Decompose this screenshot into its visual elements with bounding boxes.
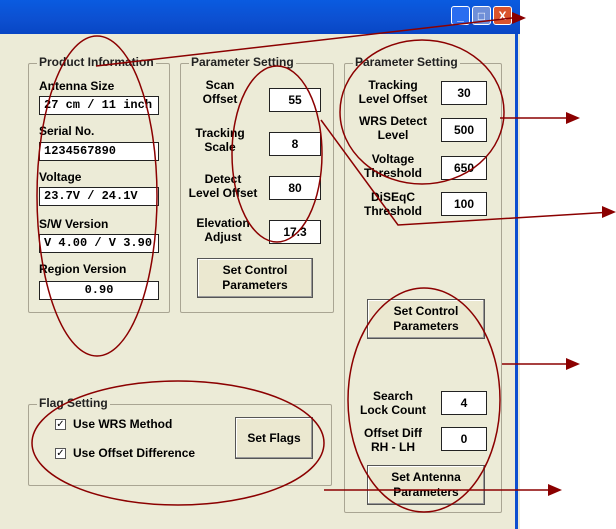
set-antenna-button-line2: Parameters [393,485,459,499]
offset-diff-label-line1: Offset Diff [364,426,422,440]
flag-setting-title: Flag Setting [37,396,110,410]
annotation-arrow-lower [566,358,580,370]
region-version-value: 0.90 [39,281,159,300]
parameter-setting-title: Parameter Setting [189,55,296,69]
sw-version-label: S/W Version [39,217,109,231]
search-lock-count-input[interactable]: 4 [441,391,487,415]
parameter-setting-right-group: Parameter Setting Tracking Level Offset … [344,55,502,513]
window-border [515,34,518,529]
use-wrs-method-checkbox[interactable]: ✓ [55,419,66,430]
application-window: _ □ X Product Information Antenna Size 2… [0,0,520,529]
sw-version-value: V 4.00 / V 3.90 [39,234,159,253]
elevation-adjust-input[interactable]: 17.3 [269,220,321,244]
diseqc-threshold-label-line1: DiSEqC [370,190,415,204]
product-information-group: Product Information Antenna Size 27 cm /… [28,55,170,313]
flag-setting-group: Flag Setting ✓ Use WRS Method ✓ Use Offs… [28,396,332,486]
offset-diff-input[interactable]: 0 [441,427,487,451]
offset-diff-label-line2: RH - LH [371,440,415,454]
tracking-level-offset-label-line1: Tracking [368,78,418,92]
wrs-detect-level-label: WRS Detect Level [349,114,437,142]
serial-number-value: 1234567890 [39,142,159,161]
set-antenna-parameters-button[interactable]: Set Antenna Parameters [367,465,485,505]
set-control-button-line1: Set Control [222,263,288,277]
antenna-size-value: 27 cm / 11 inch [39,96,159,115]
tracking-level-offset-input[interactable]: 30 [441,81,487,105]
offset-diff-label: Offset Diff RH - LH [349,426,437,454]
detect-level-offset-label-line1: Detect [204,172,242,186]
serial-number-label: Serial No. [39,124,95,138]
scan-offset-label: Scan Offset [193,78,247,106]
set-control-button-line2: Parameters [222,278,288,292]
use-wrs-method-label: Use WRS Method [73,417,173,431]
set-control-right-button-line1: Set Control [393,304,459,318]
region-version-label: Region Version [39,262,127,276]
scan-offset-input[interactable]: 55 [269,88,321,112]
title-bar: _ □ X [0,0,520,34]
tracking-scale-input[interactable]: 8 [269,132,321,156]
annotation-arrow-bottom [548,484,562,496]
antenna-size-label: Antenna Size [39,79,115,93]
wrs-detect-level-label-line2: Level [377,128,409,142]
maximize-icon[interactable]: □ [472,6,491,25]
set-control-parameters-button[interactable]: Set Control Parameters [197,258,313,298]
wrs-detect-level-input[interactable]: 500 [441,118,487,142]
tracking-level-offset-label-line2: Level Offset [358,92,428,106]
voltage-value: 23.7V / 24.1V [39,187,159,206]
search-lock-count-label-line1: Search [372,389,414,403]
product-information-title: Product Information [37,55,156,69]
set-control-right-button-line2: Parameters [393,319,459,333]
scan-offset-label-line1: Scan [205,78,235,92]
diseqc-threshold-label: DiSEqC Threshold [349,190,437,218]
parameter-setting-group: Parameter Setting Scan Offset 55 Trackin… [180,55,334,313]
voltage-threshold-label-line2: Threshold [363,166,422,180]
diseqc-threshold-label-line2: Threshold [363,204,422,218]
tracking-scale-label-line1: Tracking [195,126,245,140]
minimize-icon[interactable]: _ [451,6,470,25]
tracking-scale-label: Tracking Scale [193,126,247,154]
annotation-arrow-middle [602,206,616,218]
elevation-adjust-label: Elevation Adjust [189,216,257,244]
search-lock-count-label-line2: Lock Count [360,403,426,417]
tracking-scale-label-line2: Scale [204,140,236,154]
set-antenna-button-line1: Set Antenna [391,470,461,484]
search-lock-count-label: Search Lock Count [349,389,437,417]
voltage-threshold-label-line1: Voltage [371,152,415,166]
scan-offset-label-line2: Offset [202,92,238,106]
elevation-adjust-label-line2: Adjust [204,230,242,244]
elevation-adjust-label-line1: Elevation [196,216,250,230]
annotation-arrow-upper [566,112,580,124]
voltage-threshold-input[interactable]: 650 [441,156,487,180]
tracking-level-offset-label: Tracking Level Offset [349,78,437,106]
parameter-setting-right-title: Parameter Setting [353,55,460,69]
use-offset-difference-checkbox[interactable]: ✓ [55,448,66,459]
set-flags-button[interactable]: Set Flags [235,417,313,459]
voltage-threshold-label: Voltage Threshold [349,152,437,180]
set-control-parameters-right-button[interactable]: Set Control Parameters [367,299,485,339]
detect-level-offset-input[interactable]: 80 [269,176,321,200]
close-icon[interactable]: X [493,6,512,25]
detect-level-offset-label-line2: Level Offset [188,186,258,200]
diseqc-threshold-input[interactable]: 100 [441,192,487,216]
use-offset-difference-label: Use Offset Difference [73,446,196,460]
voltage-label: Voltage [39,170,82,184]
detect-level-offset-label: Detect Level Offset [183,172,263,200]
wrs-detect-level-label-line1: WRS Detect [358,114,427,128]
